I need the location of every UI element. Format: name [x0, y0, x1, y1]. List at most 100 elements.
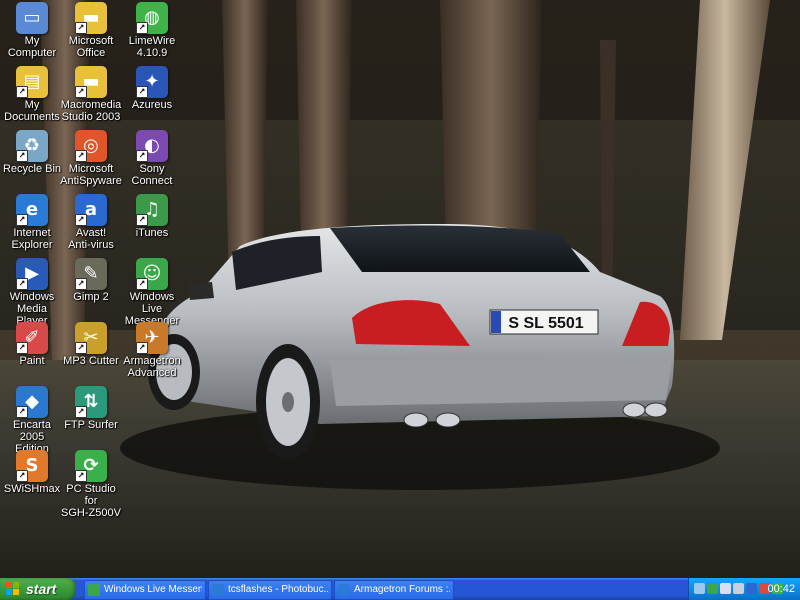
shortcut-arrow-icon: ↗: [136, 22, 148, 34]
desktop-icon-label: Gimp 2: [73, 291, 109, 303]
desktop-icon-label: SWiSHmax: [3, 483, 61, 495]
desktop-icon-windows-live-messenger[interactable]: ☺ ↗ Windows Live Messenger: [120, 258, 184, 327]
taskbar: start Windows Live Messen... tcsflashes …: [0, 578, 800, 600]
desktop-icon-label: PC Studio for SGH-Z500V: [61, 483, 121, 519]
desktop-icon-label: My Documents: [4, 99, 60, 123]
my-documents-icon: ▤ ↗: [16, 66, 48, 98]
desktop-icon-antispyware[interactable]: ◎ ↗ Microsoft AntiSpyware: [59, 130, 123, 187]
desktop-icon-label: Internet Explorer: [11, 227, 53, 251]
desktop-icon-internet-explorer[interactable]: e ↗ Internet Explorer: [0, 194, 64, 251]
desktop-icon-folder[interactable]: ▬ ↗ Microsoft Office: [59, 2, 123, 59]
desktop-icon-windows-media-player[interactable]: ▶ ↗ Windows Media Player: [0, 258, 64, 327]
desktop-icon-my-documents[interactable]: ▤ ↗ My Documents: [0, 66, 64, 123]
system-tray: 00:42: [688, 578, 800, 600]
shortcut-arrow-icon: ↗: [16, 278, 28, 290]
limewire-icon: ◍ ↗: [136, 2, 168, 34]
internet-explorer-icon: e ↗: [16, 194, 48, 226]
windows-live-messenger-icon: [88, 584, 100, 596]
desktop-icon-sony-connect[interactable]: ◐ ↗ Sony Connect: [120, 130, 184, 187]
desktop-icon-folder[interactable]: ▬ ↗ Macromedia Studio 2003: [59, 66, 123, 123]
pc-studio-icon: ⟳ ↗: [75, 450, 107, 482]
desktop-icon-swishmax[interactable]: S ↗ SWiSHmax: [0, 450, 64, 495]
shortcut-arrow-icon: ↗: [75, 150, 87, 162]
desktop-icon-limewire[interactable]: ◍ ↗ LimeWire 4.10.9: [120, 2, 184, 59]
desktop-icon-label: MP3 Cutter: [63, 355, 119, 367]
folder-icon: ▬ ↗: [75, 2, 107, 34]
azureus-icon: ✦ ↗: [136, 66, 168, 98]
start-button[interactable]: start: [0, 578, 76, 600]
desktop-icon-label: Recycle Bin: [2, 163, 62, 175]
shortcut-arrow-icon: ↗: [75, 214, 87, 226]
windows-live-messenger-icon: ☺ ↗: [136, 258, 168, 290]
windows-media-player-icon: ▶ ↗: [16, 258, 48, 290]
tray-arrow-icon[interactable]: [694, 583, 705, 594]
tray-messenger-icon[interactable]: [707, 583, 718, 594]
desktop-icon-recycle-bin[interactable]: ♻ ↗ Recycle Bin: [0, 130, 64, 175]
desktop-icon-label: Armagetron Advanced: [123, 355, 181, 379]
paint-icon: ✐ ↗: [16, 322, 48, 354]
desktop-icon-label: Azureus: [131, 99, 173, 111]
desktop-icon-pc-studio[interactable]: ⟳ ↗ PC Studio for SGH-Z500V: [59, 450, 123, 519]
desktop-icon-azureus[interactable]: ✦ ↗ Azureus: [120, 66, 184, 111]
shortcut-arrow-icon: ↗: [16, 150, 28, 162]
avast-icon: a ↗: [75, 194, 107, 226]
ftp-surfer-icon: ⇅ ↗: [75, 386, 107, 418]
armagetron-icon: ✈ ↗: [136, 322, 168, 354]
task-button-photobucket[interactable]: tcsflashes - Photobuc...: [208, 580, 332, 600]
desktop-icon-label: My Computer: [7, 35, 57, 59]
itunes-icon: ♫ ↗: [136, 194, 168, 226]
shortcut-arrow-icon: ↗: [16, 86, 28, 98]
desktop-icon-label: Macromedia Studio 2003: [60, 99, 122, 123]
desktop-icon-label: Microsoft AntiSpyware: [60, 163, 122, 187]
shortcut-arrow-icon: ↗: [16, 214, 28, 226]
encarta-icon: ◆ ↗: [16, 386, 48, 418]
shortcut-arrow-icon: ↗: [136, 150, 148, 162]
desktop-icon-ftp-surfer[interactable]: ⇅ ↗ FTP Surfer: [59, 386, 123, 431]
swishmax-icon: S ↗: [16, 450, 48, 482]
task-label: Armagetron Forums :...: [354, 584, 450, 595]
shortcut-arrow-icon: ↗: [75, 278, 87, 290]
desktop-icon-label: Sony Connect: [131, 163, 173, 187]
shortcut-arrow-icon: ↗: [136, 342, 148, 354]
internet-explorer-icon: [212, 584, 224, 596]
shortcut-arrow-icon: ↗: [75, 86, 87, 98]
desktop-icon-gimp[interactable]: ✎ ↗ Gimp 2: [59, 258, 123, 303]
desktop-icon-encarta[interactable]: ◆ ↗ Encarta 2005 Edition: [0, 386, 64, 455]
desktop-icon-itunes[interactable]: ♫ ↗ iTunes: [120, 194, 184, 239]
gimp-icon: ✎ ↗: [75, 258, 107, 290]
desktop-icon-label: iTunes: [135, 227, 169, 239]
desktop-icon-paint[interactable]: ✐ ↗ Paint: [0, 322, 64, 367]
mp3-cutter-icon: ✂ ↗: [75, 322, 107, 354]
windows-flag-icon: [6, 582, 19, 595]
desktop-icon-armagetron[interactable]: ✈ ↗ Armagetron Advanced: [120, 322, 184, 379]
shortcut-arrow-icon: ↗: [75, 406, 87, 418]
shortcut-arrow-icon: ↗: [136, 214, 148, 226]
start-label: start: [26, 581, 57, 597]
desktop-icon-label: Paint: [19, 355, 45, 367]
shortcut-arrow-icon: ↗: [16, 470, 28, 482]
tray-volume-icon[interactable]: [733, 583, 744, 594]
task-button-armagetron-forums[interactable]: Armagetron Forums :...: [334, 580, 454, 600]
shortcut-arrow-icon: ↗: [75, 470, 87, 482]
my-computer-icon: ▭: [16, 2, 48, 34]
tray-antivirus-icon[interactable]: [746, 583, 757, 594]
desktop-icon-mp3-cutter[interactable]: ✂ ↗ MP3 Cutter: [59, 322, 123, 367]
desktop-icon-label: FTP Surfer: [64, 419, 118, 431]
antispyware-icon: ◎ ↗: [75, 130, 107, 162]
task-label: tcsflashes - Photobuc...: [228, 584, 328, 595]
shortcut-arrow-icon: ↗: [75, 22, 87, 34]
sony-connect-icon: ◐ ↗: [136, 130, 168, 162]
shortcut-arrow-icon: ↗: [16, 342, 28, 354]
svg-text:S SL 5501: S SL 5501: [508, 315, 583, 332]
internet-explorer-icon: [338, 584, 350, 596]
tray-network-icon[interactable]: [720, 583, 731, 594]
desktop-icon-my-computer[interactable]: ▭ My Computer: [0, 2, 64, 59]
desktop-icon-avast[interactable]: a ↗ Avast! Anti-virus: [59, 194, 123, 251]
shortcut-arrow-icon: ↗: [136, 278, 148, 290]
folder-icon: ▬ ↗: [75, 66, 107, 98]
shortcut-arrow-icon: ↗: [136, 86, 148, 98]
task-label: Windows Live Messen...: [104, 584, 202, 595]
task-button-messenger[interactable]: Windows Live Messen...: [84, 580, 206, 600]
desktop-icon-label: Avast! Anti-virus: [68, 227, 114, 251]
desktop-icon-label: LimeWire 4.10.9: [128, 35, 176, 59]
